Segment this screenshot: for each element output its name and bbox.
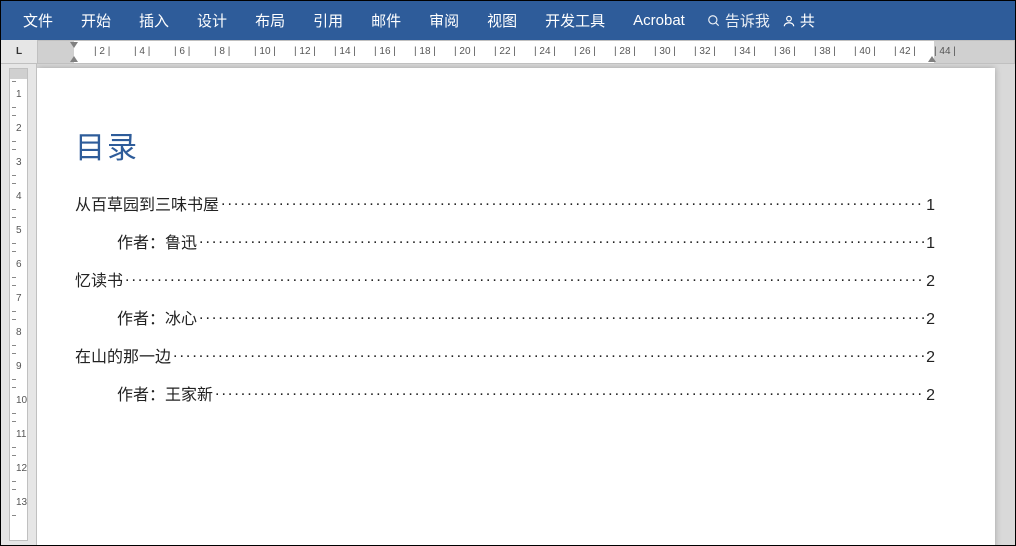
tab-references[interactable]: 引用 (299, 1, 357, 40)
tab-home[interactable]: 开始 (67, 1, 125, 40)
ruler-tick: | 38 | (814, 46, 836, 57)
ruler-tick: 13 (16, 497, 27, 508)
ruler-tick: | 32 | (694, 46, 716, 57)
toc-leader-dots (173, 346, 924, 362)
toc-leader-dots (215, 384, 924, 400)
toc-entry-page: 2 (926, 387, 935, 405)
toc-entry-text: 作者：冰心 (117, 305, 197, 329)
ruler-tick: 11 (16, 429, 26, 440)
tab-design[interactable]: 设计 (183, 1, 241, 40)
ruler-tick: | 22 | (494, 46, 516, 57)
tab-acrobat[interactable]: Acrobat (619, 1, 699, 40)
toc-entry-text: 从百草园到三味书屋 (75, 191, 219, 215)
ruler-tick: | 8 | (214, 46, 230, 57)
ruler-tick: | 2 | (94, 46, 110, 57)
ruler-tick: | 16 | (374, 46, 396, 57)
tell-me-search[interactable]: 告诉我 (707, 10, 770, 31)
tab-review[interactable]: 审阅 (415, 1, 473, 40)
right-indent-marker[interactable] (928, 56, 936, 62)
toc-entry-text: 在山的那一边 (75, 343, 171, 367)
toc-entry-page: 2 (926, 273, 935, 291)
tab-developer[interactable]: 开发工具 (531, 1, 619, 40)
horizontal-ruler[interactable]: | 2 | | 4 | | 6 | | 8 | | 10 | | 12 | | 14 | | … (37, 40, 1015, 64)
ruler-tick: 6 (16, 259, 22, 270)
toc-leader-dots (125, 270, 924, 286)
ruler-tick: 8 (16, 327, 22, 338)
toc-entry-text: 忆读书 (75, 267, 123, 291)
ruler-tick: 1 (16, 89, 22, 100)
ruler-tick: 2 (16, 123, 22, 134)
document-page[interactable]: 目录 从百草园到三味书屋1作者：鲁迅1忆读书2作者：冰心2在山的那一边2作者：王… (37, 68, 995, 545)
ruler-tick: | 28 | (614, 46, 636, 57)
ruler-tick: | 4 | (134, 46, 150, 57)
ruler-tick: | 36 | (774, 46, 796, 57)
ruler-tick: | 34 | (734, 46, 756, 57)
ruler-tick: 3 (16, 157, 22, 168)
ruler-tick: | 44 | (934, 46, 956, 57)
tab-view[interactable]: 视图 (473, 1, 531, 40)
ruler-tick: 9 (16, 361, 22, 372)
search-icon (707, 14, 721, 28)
tab-layout[interactable]: 布局 (241, 1, 299, 40)
toc-entry[interactable]: 忆读书 2 (75, 267, 935, 291)
toc-entry-page: 2 (926, 311, 935, 329)
toc-entry-page: 2 (926, 349, 935, 367)
toc-entry-text: 作者：王家新 (117, 381, 213, 405)
ruler-tick: | 24 | (534, 46, 556, 57)
toc-entry[interactable]: 作者：鲁迅 1 (75, 229, 935, 253)
ruler-tick: | 42 | (894, 46, 916, 57)
ruler-tick: | 26 | (574, 46, 596, 57)
ruler-tick: | 30 | (654, 46, 676, 57)
toc-entry[interactable]: 在山的那一边 2 (75, 343, 935, 367)
toc-leader-dots (199, 308, 924, 324)
ribbon-bar: 文件 开始 插入 设计 布局 引用 邮件 审阅 视图 开发工具 Acrobat … (0, 0, 1016, 40)
ruler-tick: | 18 | (414, 46, 436, 57)
ruler-tick: 4 (16, 191, 22, 202)
ruler-tick: 7 (16, 293, 22, 304)
toc-leader-dots (221, 194, 924, 210)
ruler-tick: | 12 | (294, 46, 316, 57)
ruler-tick: | 6 | (174, 46, 190, 57)
share-label: 共 (800, 10, 815, 31)
person-icon (782, 14, 796, 28)
tab-mailings[interactable]: 邮件 (357, 1, 415, 40)
hanging-indent-marker[interactable] (70, 56, 78, 62)
ruler-tick: | 20 | (454, 46, 476, 57)
ruler-tick: 12 (16, 463, 27, 474)
ruler-tick: | 10 | (254, 46, 276, 57)
toc-entry[interactable]: 从百草园到三味书屋 1 (75, 191, 935, 215)
tell-me-label: 告诉我 (725, 10, 770, 31)
ruler-row: L | 2 | | 4 | | 6 | | 8 | | 10 | | 12 | | 14 |… (0, 40, 1016, 64)
toc-entry-page: 1 (926, 235, 935, 253)
toc-entry-page: 1 (926, 197, 935, 215)
toc-entry[interactable]: 作者：王家新 2 (75, 381, 935, 405)
ruler-tick: | 40 | (854, 46, 876, 57)
toc-entry[interactable]: 作者：冰心 2 (75, 305, 935, 329)
ruler-tick: 10 (16, 395, 27, 406)
workspace: 12345678910111213 目录 从百草园到三味书屋1作者：鲁迅1忆读书… (0, 64, 1016, 546)
document-body: 目录 从百草园到三味书屋1作者：鲁迅1忆读书2作者：冰心2在山的那一边2作者：王… (75, 123, 935, 419)
tab-insert[interactable]: 插入 (125, 1, 183, 40)
toc-leader-dots (199, 232, 924, 248)
first-line-indent-marker[interactable] (70, 42, 78, 48)
vertical-ruler[interactable]: 12345678910111213 (1, 64, 37, 545)
ruler-tick: | 14 | (334, 46, 356, 57)
share-button[interactable]: 共 (782, 10, 815, 31)
toc-heading: 目录 (75, 123, 935, 167)
page-viewport: 目录 从百草园到三味书屋1作者：鲁迅1忆读书2作者：冰心2在山的那一边2作者：王… (37, 64, 1015, 545)
ruler-tick: 5 (16, 225, 22, 236)
tab-selector[interactable]: L (1, 40, 37, 64)
tab-file[interactable]: 文件 (9, 1, 67, 40)
toc-entry-text: 作者：鲁迅 (117, 229, 197, 253)
